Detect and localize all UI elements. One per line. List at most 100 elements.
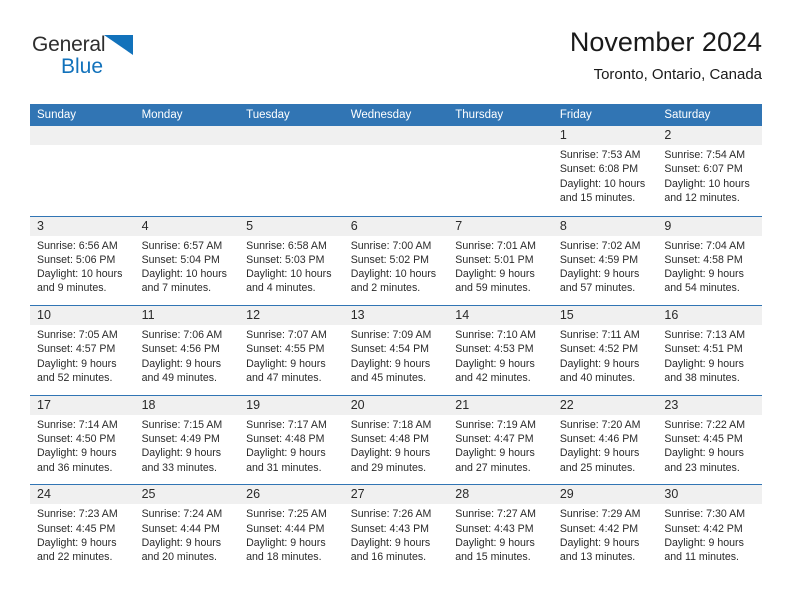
day-number-band: 24: [30, 485, 135, 505]
generalblue-logo[interactable]: General Blue: [32, 34, 212, 90]
day-cell-5[interactable]: 5 Sunrise: 6:58 AM Sunset: 5:03 PM Daylight…: [239, 216, 344, 306]
weekday-header-friday: Friday: [559, 109, 592, 121]
day-cell-27[interactable]: 27 Sunrise: 7:26 AM Sunset: 4:43 PM Dayligh…: [343, 485, 449, 574]
day-sun-info: Sunrise: 7:17 AM Sunset: 4:48 PM Daylight:…: [239, 415, 344, 475]
day-cell-2[interactable]: 2 Sunrise: 7:54 AM Sunset: 6:07 PM Daylight…: [657, 126, 762, 216]
day-number-band: 20: [343, 395, 449, 415]
day-sun-info: Sunrise: 7:26 AM Sunset: 4:43 PM Daylight:…: [344, 504, 449, 564]
day-number: 5: [246, 218, 254, 233]
day-cell-20[interactable]: 20 Sunrise: 7:18 AM Sunset: 4:48 PM Dayligh…: [343, 395, 449, 485]
sunrise-text: Sunrise: 7:19 AM: [455, 418, 536, 431]
sunrise-text: Sunrise: 7:11 AM: [559, 329, 640, 342]
weekday-header-row: Sunday Monday Tuesday Wednesday Thursday Frid…: [30, 104, 762, 126]
day-cell-1[interactable]: 1 Sunrise: 7:53 AM Sunset: 6:08 PM Daylight…: [552, 126, 658, 216]
day-cell-14[interactable]: 14 Sunrise: 7:10 AM Sunset: 4:53 PM Dayligh…: [448, 306, 553, 395]
weekday-header-sunday: Sunday: [37, 109, 77, 121]
day-cell-19[interactable]: 19 Sunrise: 7:17 AM Sunset: 4:48 PM Dayligh…: [239, 395, 344, 485]
day-number: 23: [664, 397, 679, 412]
day-number-band: 25: [134, 485, 240, 505]
day-sun-info: Sunrise: 7:25 AM Sunset: 4:44 PM Daylight:…: [239, 504, 344, 564]
daylight-text: Daylight: 9 hours and 47 minutes.: [246, 357, 326, 385]
day-number: 15: [559, 308, 574, 323]
weekday-header-saturday: Saturday: [664, 109, 711, 121]
daylight-text: Daylight: 9 hours and 59 minutes.: [455, 268, 535, 295]
day-cell-26[interactable]: 26 Sunrise: 7:25 AM Sunset: 4:44 PM Dayligh…: [239, 485, 344, 574]
day-sun-info: Sunrise: 6:58 AM Sunset: 5:03 PM Daylight:…: [239, 236, 344, 296]
daylight-text: Daylight: 10 hours and 2 minutes.: [350, 268, 437, 295]
calendar-weeks: 1 Sunrise: 7:53 AM Sunset: 6:08 PM Daylight…: [30, 126, 762, 574]
day-cell-18[interactable]: 18 Sunrise: 7:15 AM Sunset: 4:49 PM Dayligh…: [134, 395, 240, 485]
daylight-text: Daylight: 9 hours and 20 minutes.: [141, 536, 222, 564]
sunset-text: Sunset: 4:44 PM: [141, 522, 220, 535]
sunrise-text: Sunrise: 7:30 AM: [664, 508, 746, 521]
sunset-text: Sunset: 4:42 PM: [559, 522, 639, 535]
day-number-band: 7: [448, 216, 553, 236]
day-cell-25[interactable]: 25 Sunrise: 7:24 AM Sunset: 4:44 PM Dayligh…: [134, 485, 240, 574]
day-number-band: 3: [30, 216, 135, 236]
day-number: 4: [141, 218, 149, 233]
day-number-band: 30: [657, 485, 762, 505]
sunrise-text: Sunrise: 7:17 AM: [246, 418, 327, 431]
day-number: 26: [246, 487, 261, 502]
day-sun-info: Sunrise: 7:15 AM Sunset: 4:49 PM Daylight:…: [135, 415, 240, 475]
logo-general-wrap: General: [32, 34, 134, 56]
page-header: General Blue November 2024 Toronto, Onta…: [30, 26, 762, 98]
day-sun-info: Sunrise: 7:20 AM Sunset: 4:46 PM Daylight:…: [553, 415, 658, 475]
sunrise-text: Sunrise: 7:04 AM: [664, 239, 746, 252]
day-cell-3[interactable]: 3 Sunrise: 6:56 AM Sunset: 5:06 PM Daylight…: [30, 216, 135, 306]
day-cell-9[interactable]: 9 Sunrise: 7:04 AM Sunset: 4:58 PM Daylight…: [657, 216, 762, 306]
daylight-text: Daylight: 10 hours and 12 minutes.: [664, 177, 750, 204]
daylight-text: Daylight: 9 hours and 33 minutes.: [141, 447, 222, 474]
daylight-text: Daylight: 10 hours and 4 minutes.: [246, 268, 332, 295]
day-cell-23[interactable]: 23 Sunrise: 7:22 AM Sunset: 4:45 PM Dayligh…: [657, 395, 762, 485]
day-cell-11[interactable]: 11 Sunrise: 7:06 AM Sunset: 4:56 PM Dayligh…: [134, 306, 240, 395]
sunset-text: Sunset: 5:02 PM: [350, 253, 430, 266]
day-cell-29[interactable]: 29 Sunrise: 7:29 AM Sunset: 4:42 PM Dayligh…: [552, 485, 658, 574]
day-cell-4[interactable]: 4 Sunrise: 6:57 AM Sunset: 5:04 PM Daylight…: [134, 216, 240, 306]
daylight-text: Daylight: 9 hours and 25 minutes.: [559, 447, 640, 474]
day-cell-7[interactable]: 7 Sunrise: 7:01 AM Sunset: 5:01 PM Daylight…: [448, 216, 553, 306]
day-cell-empty: [239, 126, 344, 216]
day-number: 19: [246, 397, 261, 412]
day-cell-12[interactable]: 12 Sunrise: 7:07 AM Sunset: 4:55 PM Dayligh…: [239, 306, 344, 395]
day-number-band: [134, 126, 240, 145]
day-cell-22[interactable]: 22 Sunrise: 7:20 AM Sunset: 4:46 PM Dayligh…: [552, 395, 658, 485]
day-number: 18: [141, 397, 156, 412]
day-number: 12: [246, 308, 261, 323]
day-number-band: [448, 126, 553, 145]
sunrise-text: Sunrise: 7:15 AM: [141, 418, 223, 431]
daylight-text: Daylight: 9 hours and 40 minutes.: [559, 357, 640, 385]
daylight-text: Daylight: 9 hours and 23 minutes.: [664, 447, 744, 474]
day-cell-17[interactable]: 17 Sunrise: 7:14 AM Sunset: 4:50 PM Dayligh…: [30, 395, 135, 485]
daylight-text: Daylight: 9 hours and 31 minutes.: [246, 447, 326, 474]
day-number: 1: [559, 128, 567, 142]
sunrise-text: Sunrise: 7:22 AM: [664, 418, 746, 431]
day-cell-24[interactable]: 24 Sunrise: 7:23 AM Sunset: 4:45 PM Dayligh…: [30, 485, 135, 574]
sunset-text: Sunset: 4:51 PM: [664, 343, 743, 356]
day-number-band: 11: [134, 306, 240, 326]
day-cell-16[interactable]: 16 Sunrise: 7:13 AM Sunset: 4:51 PM Dayligh…: [657, 306, 762, 395]
day-cell-8[interactable]: 8 Sunrise: 7:02 AM Sunset: 4:59 PM Daylight…: [552, 216, 658, 306]
daylight-text: Daylight: 9 hours and 27 minutes.: [455, 447, 535, 474]
sunset-text: Sunset: 4:52 PM: [559, 343, 639, 356]
day-number-band: [30, 126, 135, 145]
day-sun-info: Sunrise: 7:30 AM Sunset: 4:42 PM Daylight:…: [657, 504, 762, 564]
sunrise-text: Sunrise: 7:20 AM: [559, 418, 641, 431]
day-cell-6[interactable]: 6 Sunrise: 7:00 AM Sunset: 5:02 PM Daylight…: [343, 216, 449, 306]
day-cell-13[interactable]: 13 Sunrise: 7:09 AM Sunset: 4:54 PM Dayligh…: [343, 306, 449, 395]
day-number: 20: [350, 397, 365, 412]
day-cell-21[interactable]: 21 Sunrise: 7:19 AM Sunset: 4:47 PM Dayligh…: [448, 395, 553, 485]
day-cell-10[interactable]: 10 Sunrise: 7:05 AM Sunset: 4:57 PM Dayligh…: [30, 306, 135, 395]
calendar-week-row: 1 Sunrise: 7:53 AM Sunset: 6:08 PM Daylight…: [30, 126, 762, 216]
day-cell-15[interactable]: 15 Sunrise: 7:11 AM Sunset: 4:52 PM Dayligh…: [552, 306, 658, 395]
daylight-text: Daylight: 9 hours and 29 minutes.: [350, 447, 431, 474]
day-number: 30: [664, 487, 679, 502]
day-number-band: 27: [343, 485, 449, 505]
weekday-header-monday: Monday: [141, 109, 183, 121]
day-cell-28[interactable]: 28 Sunrise: 7:27 AM Sunset: 4:43 PM Dayligh…: [448, 485, 553, 574]
sunset-text: Sunset: 4:59 PM: [559, 253, 639, 266]
daylight-text: Daylight: 9 hours and 57 minutes.: [559, 268, 640, 295]
day-sun-info: Sunrise: 7:05 AM Sunset: 4:57 PM Daylight:…: [30, 325, 135, 385]
sunset-text: Sunset: 5:01 PM: [455, 253, 534, 266]
day-cell-30[interactable]: 30 Sunrise: 7:30 AM Sunset: 4:42 PM Dayligh…: [657, 485, 762, 574]
